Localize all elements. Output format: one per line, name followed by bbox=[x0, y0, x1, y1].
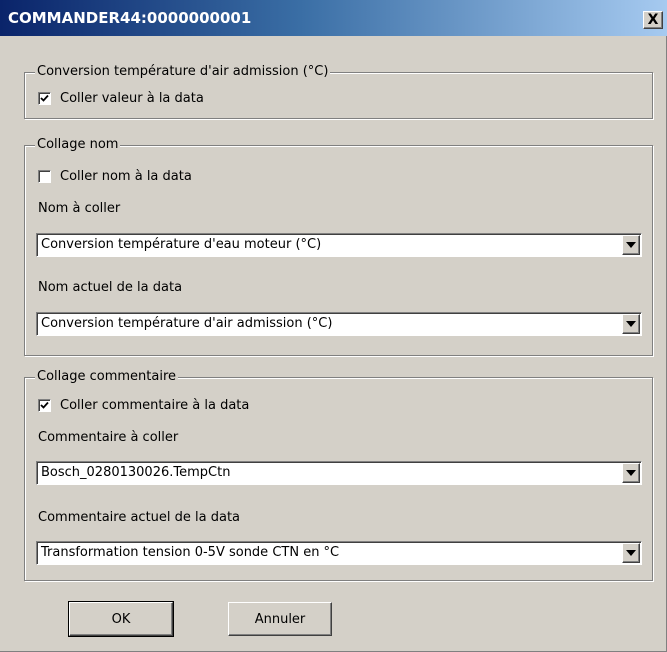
close-button[interactable]: X bbox=[643, 11, 663, 29]
paste-value-checkbox-label: Coller valeur à la data bbox=[60, 91, 204, 106]
dialog-window: COMMANDER44:0000000001 X Conversion temp… bbox=[0, 0, 667, 652]
paste-name-checkbox-row[interactable]: Coller nom à la data bbox=[38, 169, 192, 184]
paste-comment-checkbox-row[interactable]: Coller commentaire à la data bbox=[38, 398, 249, 413]
paste-value-checkbox-row[interactable]: Coller valeur à la data bbox=[38, 91, 204, 106]
ok-button[interactable]: OK bbox=[68, 601, 174, 637]
current-name-dropdown-button[interactable] bbox=[622, 314, 640, 334]
comment-to-paste-label: Commentaire à coller bbox=[38, 430, 179, 445]
comment-to-paste-dropdown-button[interactable] bbox=[622, 463, 640, 483]
current-name-value: Conversion température d'air admission (… bbox=[41, 316, 333, 331]
close-icon: X bbox=[647, 12, 659, 28]
current-comment-select[interactable]: Transformation tension 0-5V sonde CTN en… bbox=[36, 541, 642, 565]
chevron-down-icon bbox=[626, 242, 636, 248]
chevron-down-icon bbox=[626, 321, 636, 327]
group-name: Collage nom Coller nom à la data Nom à c… bbox=[24, 137, 653, 356]
name-to-paste-value: Conversion température d'eau moteur (°C) bbox=[41, 237, 322, 252]
current-comment-value: Transformation tension 0-5V sonde CTN en… bbox=[41, 545, 340, 560]
current-name-select[interactable]: Conversion température d'air admission (… bbox=[36, 312, 642, 336]
paste-name-checkbox[interactable] bbox=[38, 170, 51, 183]
name-to-paste-dropdown-button[interactable] bbox=[622, 235, 640, 255]
checkmark-icon bbox=[40, 401, 49, 409]
current-name-label: Nom actuel de la data bbox=[38, 280, 183, 295]
current-comment-label: Commentaire actuel de la data bbox=[38, 510, 241, 525]
comment-to-paste-value: Bosch_0280130026.TempCtn bbox=[41, 465, 231, 480]
checkmark-icon bbox=[40, 94, 49, 102]
group-value-legend: Conversion température d'air admission (… bbox=[35, 64, 331, 80]
group-comment-legend: Collage commentaire bbox=[35, 369, 179, 385]
name-to-paste-label: Nom à coller bbox=[38, 201, 121, 216]
window-title: COMMANDER44:0000000001 bbox=[8, 9, 252, 27]
comment-to-paste-select[interactable]: Bosch_0280130026.TempCtn bbox=[36, 461, 642, 485]
cancel-button[interactable]: Annuler bbox=[228, 602, 332, 636]
group-name-legend: Collage nom bbox=[35, 137, 121, 153]
group-value: Conversion température d'air admission (… bbox=[24, 64, 653, 119]
title-bar[interactable]: COMMANDER44:0000000001 X bbox=[0, 0, 667, 36]
group-comment: Collage commentaire Coller commentaire à… bbox=[24, 369, 653, 581]
current-comment-dropdown-button[interactable] bbox=[622, 543, 640, 563]
chevron-down-icon bbox=[626, 550, 636, 556]
paste-name-checkbox-label: Coller nom à la data bbox=[60, 169, 192, 184]
paste-comment-checkbox[interactable] bbox=[38, 399, 51, 412]
name-to-paste-select[interactable]: Conversion température d'eau moteur (°C) bbox=[36, 233, 642, 257]
paste-comment-checkbox-label: Coller commentaire à la data bbox=[60, 398, 250, 413]
paste-value-checkbox[interactable] bbox=[38, 92, 51, 105]
chevron-down-icon bbox=[626, 470, 636, 476]
